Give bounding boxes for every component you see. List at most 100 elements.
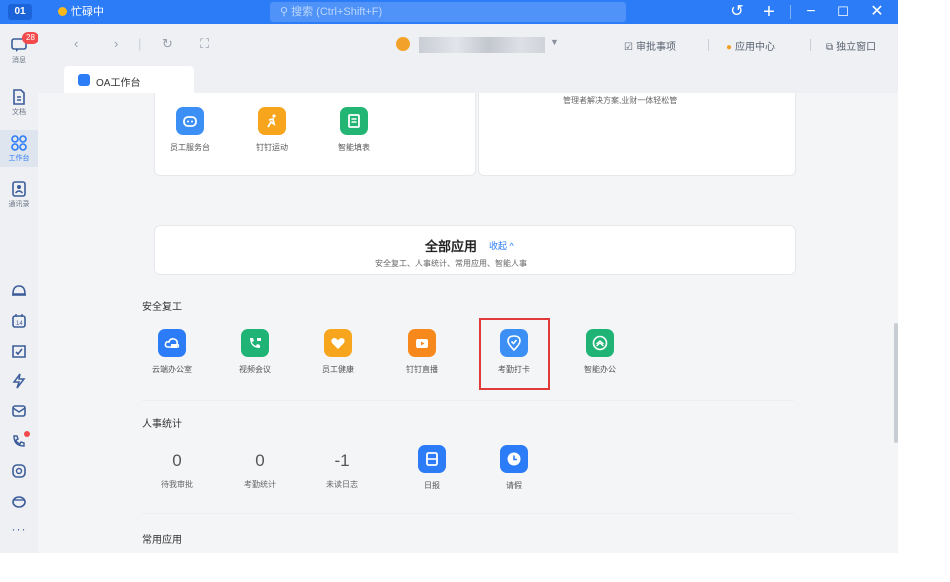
stat-value: 0: [172, 451, 182, 470]
add-icon[interactable]: +: [758, 2, 780, 22]
nav-divider: [810, 39, 811, 51]
app-daily-report[interactable]: 日报: [397, 445, 467, 491]
app-label: 请假: [506, 481, 522, 490]
sidebar-item-ding[interactable]: [0, 282, 38, 300]
app-ding-live[interactable]: 钉钉直播: [387, 329, 457, 375]
mail-icon: [12, 405, 26, 417]
app-ding-sports[interactable]: 钉钉运动: [237, 107, 307, 153]
close-button[interactable]: ✕: [866, 2, 888, 22]
promo-card[interactable]: 管理者解决方案,业财一体轻松管: [478, 93, 796, 176]
app-center-link[interactable]: ● 应用中心: [726, 38, 775, 53]
stat-value: 0: [255, 451, 265, 470]
document-icon: [13, 89, 25, 105]
approval-label: 审批事项: [635, 42, 676, 53]
forward-icon[interactable]: ›: [114, 36, 118, 51]
form-icon: [340, 107, 368, 135]
app-smart-office[interactable]: 智能办公: [565, 329, 635, 375]
refresh-icon[interactable]: ↻: [162, 36, 173, 52]
history-icon[interactable]: ↺: [726, 2, 748, 22]
live-icon: [408, 329, 436, 357]
nav-divider: |: [138, 36, 142, 51]
video-call-icon: [241, 329, 269, 357]
search-placeholder: 搜索 (Ctrl+Shift+F): [291, 6, 383, 18]
drive-icon: [12, 464, 26, 478]
app-cloud-office[interactable]: 云端办公室: [137, 329, 207, 375]
search-input[interactable]: ⚲ 搜索 (Ctrl+Shift+F): [270, 2, 626, 22]
back-icon[interactable]: ‹: [74, 36, 78, 51]
tab-oa-workbench[interactable]: OA工作台: [64, 66, 194, 93]
section-title-hr: 人事统计: [142, 419, 182, 430]
highlight-box: [479, 318, 550, 390]
sidebar-item-calendar[interactable]: 14: [0, 312, 38, 330]
running-icon: [258, 107, 286, 135]
sidebar-item-mail[interactable]: [0, 402, 38, 420]
sidebar-item-docs[interactable]: 文档: [0, 88, 38, 117]
all-apps-header: 全部应用 收起 ^ 安全复工、人事统计、常用应用、智能人事: [154, 225, 796, 275]
app-leave-request[interactable]: 请假: [479, 445, 549, 491]
app-smart-forms[interactable]: 智能填表: [319, 107, 389, 153]
stat-unread-logs[interactable]: -1 未读日志: [307, 450, 377, 490]
checklist-icon: [12, 345, 26, 358]
status-label: 忙碌中: [71, 6, 104, 18]
collapse-link[interactable]: 收起 ^: [489, 239, 514, 252]
approval-icon: ☑: [624, 42, 633, 53]
all-apps-title: 全部应用: [425, 239, 478, 254]
user-avatar[interactable]: 01: [8, 4, 32, 20]
cloud-office-icon: [158, 329, 186, 357]
app-label: 钉钉直播: [406, 365, 438, 374]
app-video-meeting[interactable]: 视频会议: [220, 329, 290, 375]
minimize-button[interactable]: −: [800, 2, 822, 22]
grid-icon: [11, 135, 27, 151]
promo-text: 管理者解决方案,业财一体轻松管: [563, 96, 678, 105]
page-margin-right: [898, 0, 950, 582]
stat-label: 考勤统计: [244, 480, 276, 489]
maximize-button[interactable]: ☐: [832, 2, 854, 22]
svg-text:14: 14: [16, 321, 23, 327]
app-label: 员工服务台: [170, 143, 210, 152]
sidebar-item-flash[interactable]: [0, 372, 38, 390]
app-label: 钉钉运动: [256, 143, 288, 152]
lightning-icon: [12, 373, 26, 389]
sidebar-item-messages[interactable]: 28 消息: [0, 32, 39, 65]
left-sidebar: 28 消息 文档 工作台 通讯录 14 ···: [0, 24, 39, 553]
sidebar-item-todo[interactable]: [0, 342, 38, 360]
sidebar-item-label: 通讯录: [8, 201, 30, 208]
contacts-icon: [12, 181, 26, 197]
app-employee-health[interactable]: 员工健康: [303, 329, 373, 375]
tab-bar: OA工作台: [38, 66, 898, 93]
nav-divider: [708, 39, 709, 51]
app-employee-service[interactable]: 员工服务台: [155, 107, 225, 153]
page-margin-bottom: [0, 553, 950, 582]
sidebar-item-contacts[interactable]: 通讯录: [0, 180, 38, 209]
more-icon[interactable]: ···: [0, 522, 38, 536]
app-label: 智能办公: [584, 365, 616, 374]
approval-link[interactable]: ☑ 审批事项: [624, 38, 676, 53]
sidebar-item-box[interactable]: [0, 492, 38, 510]
org-name-blurred[interactable]: [419, 37, 545, 53]
chevron-down-icon[interactable]: ▼: [550, 37, 559, 47]
calendar-icon: 14: [12, 314, 26, 328]
app-label: 员工健康: [322, 365, 354, 374]
app-label: 云端办公室: [152, 365, 192, 374]
tab-label: OA工作台: [96, 78, 141, 89]
stat-label: 待我审批: [161, 480, 193, 489]
status-indicator[interactable]: 忙碌中: [58, 4, 104, 20]
all-apps-subtitle: 安全复工、人事统计、常用应用、智能人事: [375, 259, 527, 268]
sidebar-item-phone[interactable]: [0, 431, 38, 450]
unread-badge: 28: [22, 32, 39, 44]
section-title-safety: 安全复工: [142, 302, 182, 313]
sidebar-item-label: 消息: [12, 57, 26, 64]
standalone-label: 独立窗口: [836, 42, 877, 53]
fullscreen-icon[interactable]: ⛶: [200, 36, 209, 52]
stat-label: 未读日志: [326, 480, 358, 489]
sidebar-item-drive[interactable]: [0, 462, 38, 480]
sidebar-item-workbench[interactable]: 工作台: [0, 130, 38, 167]
org-avatar[interactable]: [396, 37, 410, 51]
stat-attendance[interactable]: 0 考勤统计: [225, 450, 295, 490]
smart-office-icon: [586, 329, 614, 357]
leave-clock-icon: [500, 445, 528, 473]
standalone-window-link[interactable]: ⧉ 独立窗口: [826, 38, 876, 53]
stat-pending-approval[interactable]: 0 待我审批: [142, 450, 212, 490]
stat-value: -1: [334, 451, 350, 470]
app-label: 日报: [424, 481, 440, 490]
